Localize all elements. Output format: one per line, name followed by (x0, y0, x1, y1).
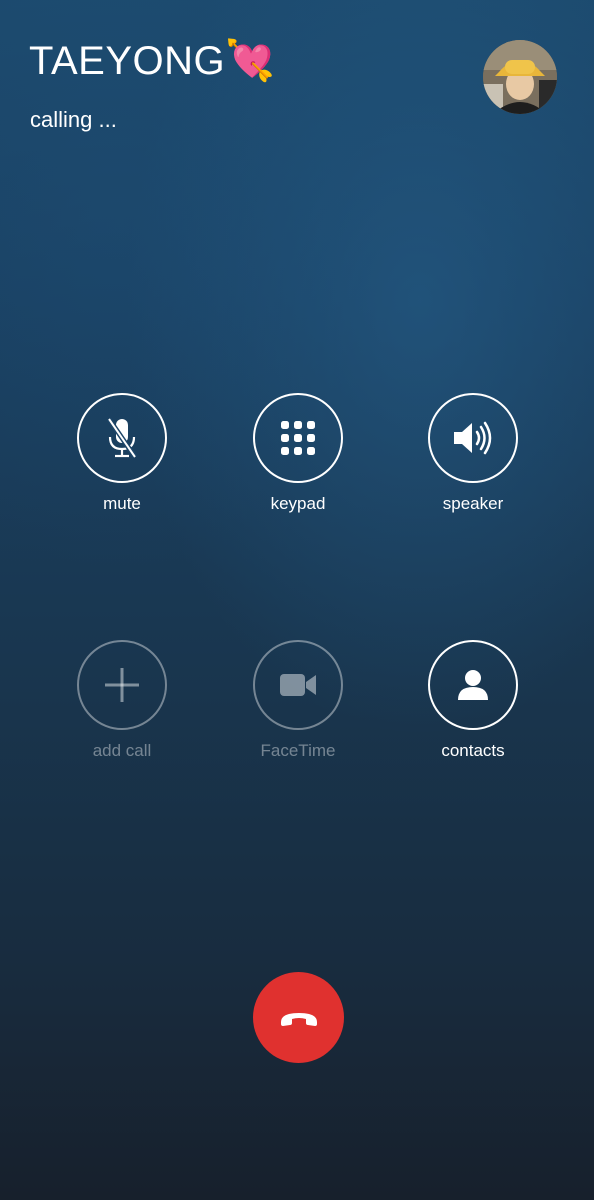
end-call-button[interactable] (253, 972, 344, 1063)
plus-icon (105, 668, 139, 702)
add-call-button[interactable] (77, 640, 167, 730)
speaker-control: speaker (408, 393, 538, 514)
contact-avatar[interactable] (483, 40, 557, 114)
contacts-control: contacts (408, 640, 538, 761)
contact-name: TAEYONG💘 (29, 39, 276, 83)
speaker-icon (454, 421, 492, 455)
avatar-photo (483, 40, 557, 114)
mute-button[interactable] (77, 393, 167, 483)
facetime-control: FaceTime (233, 640, 363, 761)
person-icon (458, 670, 488, 700)
phone-hangup-icon (280, 1012, 317, 1026)
call-status: calling ... (30, 107, 117, 132)
keypad-label: keypad (270, 494, 326, 513)
contacts-label: contacts (441, 741, 505, 760)
facetime-button[interactable] (253, 640, 343, 730)
speaker-button[interactable] (428, 393, 518, 483)
keypad-button[interactable] (253, 393, 343, 483)
mute-label: mute (103, 494, 141, 513)
add-call-control: add call (57, 640, 187, 761)
keypad-icon (281, 421, 315, 455)
mute-control: mute (57, 393, 187, 514)
keypad-control: keypad (233, 393, 363, 514)
add-call-label: add call (92, 741, 152, 760)
video-camera-icon (280, 674, 316, 696)
mic-off-icon (106, 417, 138, 459)
speaker-label: speaker (442, 494, 504, 513)
facetime-label: FaceTime (260, 741, 336, 760)
contacts-button[interactable] (428, 640, 518, 730)
